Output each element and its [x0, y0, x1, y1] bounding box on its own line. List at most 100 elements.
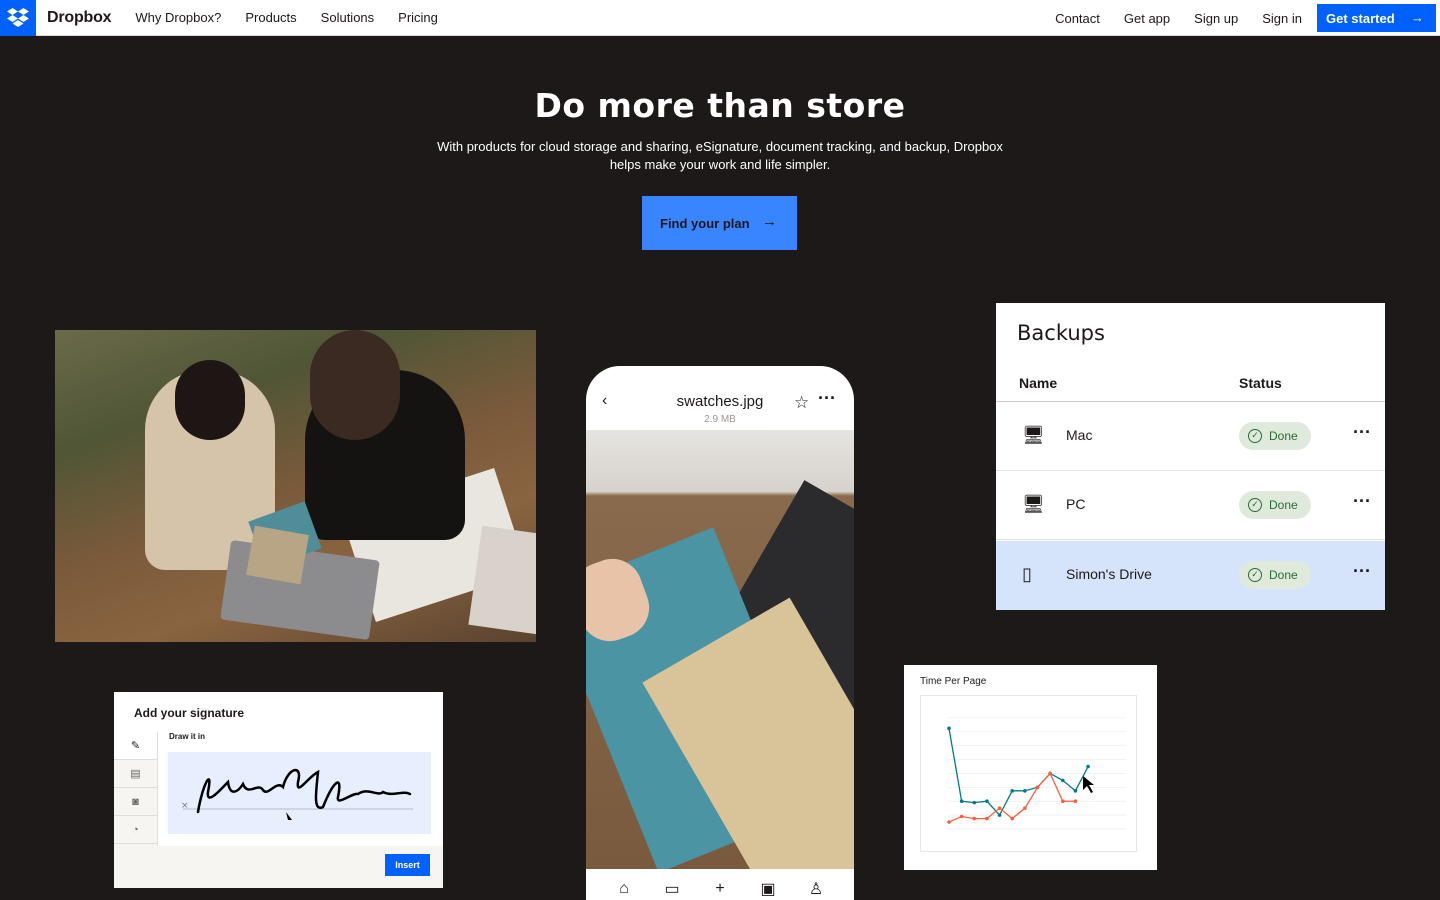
status-badge: ✓ Done	[1239, 422, 1311, 450]
more-options-icon[interactable]: ···	[1353, 422, 1371, 443]
keyboard-icon[interactable]: ▤	[114, 760, 157, 788]
dropbox-logo-icon[interactable]	[0, 0, 36, 36]
data-point	[1060, 799, 1065, 804]
data-point	[972, 816, 977, 821]
chart-title: Time Per Page	[920, 676, 987, 687]
data-point	[985, 816, 989, 821]
backups-card: Backups Name Status 🖥 Mac ✓ Done ··· 🖥 PC…	[996, 303, 1385, 610]
signature-toolbar: ✎ ▤ ◙ ◔	[114, 732, 158, 846]
data-point	[947, 726, 951, 731]
chart-area	[920, 695, 1137, 852]
phone-header: ‹ swatches.jpg 2.9 MB ☆ ···	[586, 366, 854, 430]
phone-tab-bar: ⌂ ▭ + ▣ ♙	[586, 869, 854, 900]
data-point	[997, 806, 1002, 810]
backups-header: Name Status	[996, 367, 1385, 402]
status-label: Done	[1269, 429, 1298, 443]
file-name: swatches.jpg	[676, 393, 764, 410]
plus-icon[interactable]: +	[708, 880, 732, 898]
data-point	[1073, 799, 1078, 804]
data-point	[1060, 778, 1065, 783]
swatches-image	[586, 430, 854, 869]
insert-button[interactable]: Insert	[385, 854, 430, 876]
status-label: Done	[1269, 568, 1298, 582]
arrow-right-icon: →	[1411, 10, 1424, 25]
backup-name: PC	[1066, 496, 1086, 512]
nav-solutions[interactable]: Solutions	[321, 10, 374, 25]
hero-title: Do more than store	[534, 86, 906, 125]
status-label: Done	[1269, 498, 1298, 512]
home-icon[interactable]: ⌂	[612, 880, 636, 898]
signature-title: Add your signature	[134, 706, 245, 720]
backups-title: Backups	[1017, 321, 1105, 345]
hero-subtitle: With products for cloud storage and shar…	[437, 139, 1003, 172]
signature-pad[interactable]: ×	[168, 752, 431, 834]
top-nav: Dropbox Why Dropbox? Products Solutions …	[0, 0, 1440, 36]
data-point	[1010, 789, 1015, 793]
column-name: Name	[1019, 375, 1058, 391]
time-per-page-card: Time Per Page	[904, 665, 1157, 870]
nav-products[interactable]: Products	[245, 10, 296, 25]
nav-contact[interactable]: Contact	[1055, 11, 1100, 26]
backup-row[interactable]: 🖥 Mac ✓ Done ···	[996, 402, 1385, 471]
get-started-button[interactable]: Get started →	[1317, 4, 1436, 32]
brand-name[interactable]: Dropbox	[47, 9, 112, 27]
nav-pricing[interactable]: Pricing	[398, 10, 438, 25]
data-point	[1023, 789, 1027, 793]
dropbox-glyph-icon	[7, 8, 29, 27]
get-started-label: Get started	[1326, 10, 1395, 26]
arrow-right-icon: →	[762, 213, 777, 230]
data-point	[959, 814, 964, 819]
series-line-0	[948, 728, 1089, 817]
camera-icon[interactable]: ◙	[114, 788, 157, 816]
drive-icon: ▯	[1022, 564, 1032, 584]
column-status: Status	[1239, 375, 1282, 391]
more-options-icon[interactable]: ···	[1353, 561, 1371, 582]
cursor-icon	[1083, 776, 1094, 793]
backup-row[interactable]: 🖥 PC ✓ Done ···	[996, 471, 1385, 540]
image-icon[interactable]: ▣	[756, 879, 780, 899]
data-point	[1086, 764, 1090, 769]
data-point	[1035, 785, 1040, 790]
backup-name: Simon's Drive	[1066, 566, 1152, 582]
check-icon: ✓	[1248, 568, 1262, 582]
status-badge: ✓ Done	[1239, 491, 1311, 519]
data-point	[1048, 771, 1052, 776]
data-point	[1010, 816, 1015, 821]
handwritten-signature: ×	[181, 769, 413, 820]
monitor-icon: 🖥	[1022, 425, 1045, 445]
data-point	[947, 820, 951, 824]
find-your-plan-button[interactable]: Find your plan →	[642, 196, 797, 250]
file-size: 2.9 MB	[704, 414, 736, 425]
folder-icon[interactable]: ▭	[660, 879, 684, 899]
find-your-plan-label: Find your plan	[660, 215, 750, 231]
check-icon: ✓	[1248, 498, 1262, 512]
backup-row-selected[interactable]: ▯ Simon's Drive ✓ Done ···	[996, 541, 1385, 610]
data-point	[1073, 789, 1078, 793]
signature-card: Add your signature ✎ ▤ ◙ ◔ Draw it in × …	[114, 692, 443, 888]
pen-icon[interactable]: ✎	[114, 732, 157, 760]
monitor-icon: 🖥	[1022, 494, 1045, 514]
data-point	[959, 799, 964, 804]
status-badge: ✓ Done	[1239, 561, 1311, 589]
data-point	[1023, 806, 1027, 810]
check-icon: ✓	[1248, 429, 1262, 443]
data-point	[997, 813, 1002, 817]
line-chart	[947, 717, 1126, 830]
clock-icon[interactable]: ◔	[114, 816, 157, 844]
nav-sign-up[interactable]: Sign up	[1194, 11, 1238, 26]
svg-text:×: ×	[181, 801, 189, 811]
team-photo	[55, 330, 536, 642]
nav-why-dropbox[interactable]: Why Dropbox?	[135, 10, 221, 25]
draw-label: Draw it in	[169, 732, 206, 741]
data-point	[985, 799, 989, 804]
phone-mockup: ‹ swatches.jpg 2.9 MB ☆ ··· ⌂ ▭ + ▣ ♙	[586, 366, 854, 900]
signature-footer: Insert	[114, 846, 443, 888]
nav-get-app[interactable]: Get app	[1124, 11, 1170, 26]
backup-name: Mac	[1066, 427, 1093, 443]
star-icon[interactable]: ☆	[794, 393, 809, 413]
nav-sign-in[interactable]: Sign in	[1262, 11, 1302, 26]
more-options-icon[interactable]: ···	[818, 388, 836, 409]
person-icon[interactable]: ♙	[804, 879, 828, 899]
data-point	[972, 800, 977, 805]
more-options-icon[interactable]: ···	[1353, 491, 1371, 512]
